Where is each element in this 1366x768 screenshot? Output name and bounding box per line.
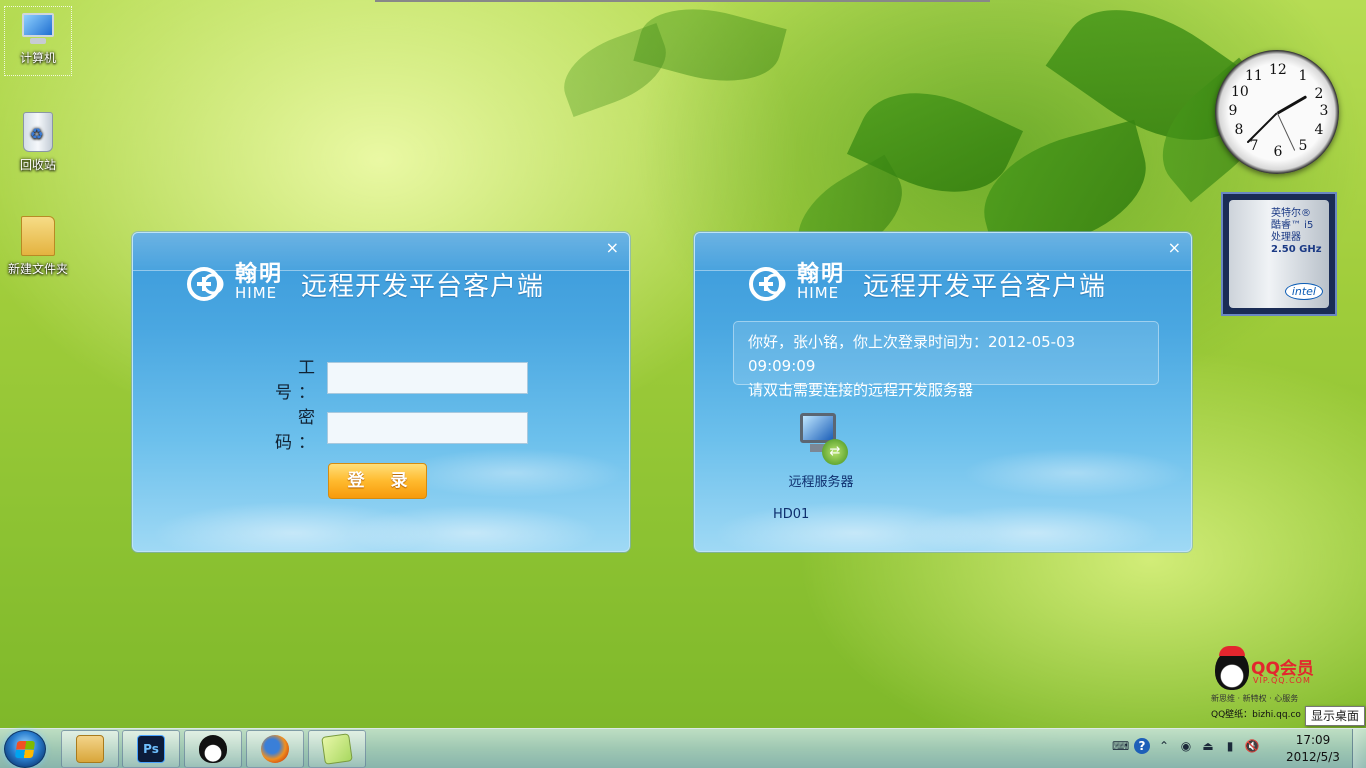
- clock-number: 8: [1234, 122, 1244, 138]
- desktop-icon-recycle-bin[interactable]: 回收站: [4, 112, 72, 173]
- qq-wallpaper-url: QQ壁纸：bizhi.qq.co: [1211, 710, 1301, 720]
- cpu-info: 英特尔® 酷睿™ i5 处理器 2.50 GHz: [1271, 208, 1322, 256]
- password-row: 密 码：: [255, 403, 528, 453]
- qq-vip-url: VIP.QQ.COM: [1253, 676, 1311, 685]
- system-tray: ⌨ ? ⌃ ◉ ⏏ ▮ 🔇: [1112, 738, 1260, 754]
- firefox-icon: [261, 735, 289, 763]
- logo-en: HIME: [235, 284, 278, 302]
- dialog-title: 远程开发平台客户端: [863, 271, 1107, 302]
- brand-header: 翰明 HIME 远程开发平台客户端: [185, 263, 544, 305]
- folder-icon: [76, 735, 104, 763]
- server-label: 远程服务器: [788, 475, 854, 490]
- clock-number: 5: [1298, 138, 1308, 154]
- clock-number: 12: [1269, 62, 1287, 78]
- desktop-icon-computer[interactable]: 计算机: [4, 6, 72, 76]
- dialog-title: 远程开发平台客户端: [301, 271, 545, 302]
- taskbar-explorer[interactable]: [61, 730, 119, 768]
- desktop-icon-label: 计算机: [19, 51, 56, 65]
- employee-id-input[interactable]: [327, 362, 528, 394]
- server-id: HD01: [773, 507, 810, 522]
- id-label: 工 号：: [275, 358, 321, 403]
- logo-en: HIME: [797, 284, 840, 302]
- taskbar-photoshop[interactable]: Ps: [122, 730, 180, 768]
- cpu-gadget[interactable]: 英特尔® 酷睿™ i5 处理器 2.50 GHz intel: [1221, 192, 1337, 316]
- logo-cn: 翰明: [235, 262, 284, 287]
- clock-hour-hand: [1276, 95, 1308, 115]
- brand-header: 翰明 HIME 远程开发平台客户端: [747, 263, 1106, 305]
- logo-text: 翰明 HIME: [797, 262, 846, 303]
- desktop-icon-label: 回收站: [19, 158, 56, 172]
- qq-tray-icon[interactable]: ◉: [1178, 738, 1194, 754]
- show-desktop-tooltip: 显示桌面: [1305, 706, 1366, 726]
- usb-icon[interactable]: ⏏: [1200, 738, 1216, 754]
- taskbar-date: 2012/5/3: [1286, 750, 1340, 764]
- cpu-speed: 2.50 GHz: [1271, 244, 1322, 255]
- clock-number: 2: [1314, 86, 1324, 102]
- folder-icon: [21, 216, 55, 256]
- logo-cn: 翰明: [797, 262, 846, 287]
- cpu-line: 英特尔®: [1271, 208, 1311, 219]
- clock-number: 4: [1314, 122, 1324, 138]
- intel-logo: intel: [1284, 283, 1323, 300]
- taskbar-qq[interactable]: [184, 730, 242, 768]
- wallpaper-leaf: [553, 22, 677, 118]
- clock-number: 1: [1298, 68, 1308, 84]
- desktop-icon-label: 新建文件夹: [7, 262, 68, 276]
- keyboard-icon[interactable]: ⌨: [1112, 738, 1129, 754]
- show-hidden-icons-icon[interactable]: ⌃: [1156, 738, 1172, 754]
- taskbar-firefox[interactable]: [246, 730, 304, 768]
- volume-muted-icon[interactable]: 🔇: [1244, 738, 1260, 754]
- hime-logo-icon: [747, 265, 793, 303]
- login-button[interactable]: 登 录: [328, 463, 427, 499]
- taskbar-time: 17:09: [1295, 733, 1331, 747]
- server-dialog: × 翰明 HIME 远程开发平台客户端 你好，张小铭，你上次登录时间为：2012…: [694, 232, 1192, 552]
- sticky-notes-icon: [321, 733, 353, 765]
- close-icon[interactable]: ×: [606, 238, 619, 257]
- remote-desktop-icon: ⇄: [796, 413, 848, 465]
- taskbar-sticky-notes[interactable]: [308, 730, 366, 768]
- close-icon[interactable]: ×: [1168, 238, 1181, 257]
- qq-penguin-icon: [1215, 646, 1249, 690]
- clock-number: 10: [1231, 84, 1249, 100]
- clock-number: 6: [1273, 144, 1283, 160]
- login-dialog: × 翰明 HIME 远程开发平台客户端 工 号： 密 码： 登 录: [132, 232, 630, 552]
- show-desktop-button[interactable]: [1352, 729, 1366, 768]
- window-edge-strip: [375, 0, 990, 2]
- logo-text: 翰明 HIME: [235, 262, 284, 303]
- qq-icon: [199, 735, 227, 763]
- network-signal-icon[interactable]: ▮: [1222, 738, 1238, 754]
- cpu-line: 酷睿™ i5: [1271, 220, 1314, 231]
- computer-icon: [18, 11, 58, 45]
- taskbar-clock[interactable]: 17:09 2012/5/3: [1284, 732, 1342, 766]
- password-label: 密 码：: [275, 408, 321, 453]
- hime-logo-icon: [185, 265, 231, 303]
- qq-slogan: 新思维 · 新特权 · 心服务: [1211, 694, 1299, 703]
- clock-minute-hand: [1246, 112, 1278, 144]
- clock-number: 3: [1319, 103, 1329, 119]
- start-button[interactable]: [4, 730, 46, 768]
- remote-server-item[interactable]: ⇄ 远程服务器: [771, 413, 871, 490]
- help-icon[interactable]: ?: [1134, 738, 1150, 754]
- password-input[interactable]: [327, 412, 528, 444]
- clock-number: 11: [1245, 68, 1263, 84]
- photoshop-icon: Ps: [137, 735, 165, 763]
- clock-gadget[interactable]: 12 1 2 3 4 5 6 7 8 9 10 11: [1215, 50, 1339, 174]
- taskbar: Ps ⌨ ? ⌃ ◉ ⏏ ▮ 🔇 17:09 2012/5/3: [0, 728, 1366, 768]
- cpu-chip-icon: 英特尔® 酷睿™ i5 处理器 2.50 GHz intel: [1229, 200, 1329, 308]
- desktop-icon-new-folder[interactable]: 新建文件夹: [4, 216, 72, 277]
- cpu-line: 处理器: [1271, 232, 1301, 243]
- welcome-message-box: 你好，张小铭，你上次登录时间为：2012-05-03 09:09:09 请双击需…: [733, 321, 1159, 399]
- instruction-text: 请双击需要连接的远程开发服务器: [748, 381, 974, 399]
- clock-number: 9: [1228, 103, 1238, 119]
- recycle-bin-icon: [23, 112, 53, 152]
- id-row: 工 号：: [255, 353, 528, 403]
- greeting-text: 你好，张小铭，你上次登录时间为：2012-05-03 09:09:09: [748, 333, 1076, 375]
